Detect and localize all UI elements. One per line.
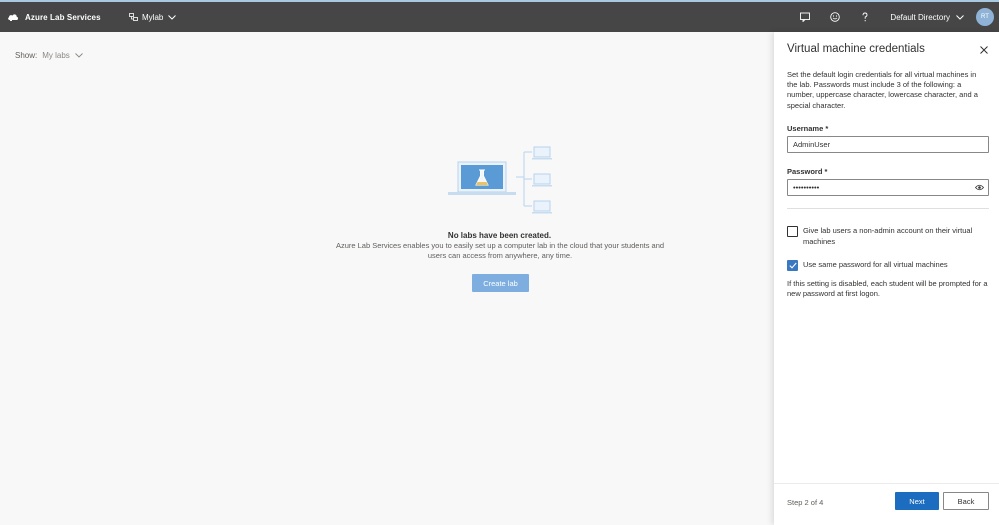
directory-name: Default Directory (890, 12, 950, 22)
password-note: If this setting is disabled, each studen… (787, 279, 988, 299)
avatar[interactable]: RT (976, 8, 994, 26)
top-bar: Azure Lab Services Mylab Default Directo… (0, 0, 999, 32)
panel-title: Virtual machine credentials (787, 43, 925, 55)
create-lab-button[interactable]: Create lab (472, 274, 529, 292)
required-marker: * (824, 167, 828, 176)
show-password-eye-icon[interactable] (975, 184, 984, 191)
empty-labs-illustration (448, 146, 552, 214)
username-field[interactable]: AdminUser (787, 136, 989, 153)
lab-selector[interactable]: Mylab (129, 2, 177, 32)
app-title: Azure Lab Services (25, 12, 101, 22)
help-button[interactable] (850, 2, 880, 32)
smiley-icon (830, 12, 841, 22)
empty-state-description: Azure Lab Services enables you to easily… (335, 241, 665, 260)
required-marker: * (825, 124, 829, 133)
feedback-button[interactable] (790, 2, 820, 32)
chevron-down-icon (956, 14, 964, 20)
section-divider (787, 208, 989, 209)
brand[interactable]: Azure Lab Services (0, 2, 101, 32)
show-label: Show: (15, 51, 38, 60)
nonadmin-checkbox-row[interactable]: Give lab users a non-admin account on th… (787, 226, 989, 247)
password-label-text: Password (787, 167, 823, 176)
close-button[interactable] (978, 44, 990, 56)
same-password-checkbox[interactable] (787, 260, 798, 271)
lab-name: Mylab (142, 12, 164, 22)
username-label: Username * (787, 124, 828, 133)
main-content: Show: My labs No labs have been created.… (0, 32, 774, 525)
step-indicator: Step 2 of 4 (787, 498, 824, 507)
same-password-checkbox-label: Use same password for all virtual machin… (803, 260, 948, 269)
show-dropdown[interactable]: My labs (42, 51, 83, 60)
lab-icon (129, 13, 138, 21)
password-field[interactable]: •••••••••• (787, 179, 989, 196)
password-value: •••••••••• (793, 183, 820, 192)
cloud-logo-icon (8, 14, 19, 21)
panel-footer: Step 2 of 4 Next Back (774, 483, 999, 525)
panel-description: Set the default login credentials for al… (787, 70, 978, 110)
show-filter: Show: My labs (15, 51, 83, 60)
help-icon (862, 12, 868, 22)
nonadmin-checkbox-label: Give lab users a non-admin account on th… (803, 226, 973, 246)
nonadmin-checkbox[interactable] (787, 226, 798, 237)
directory-selector[interactable]: Default Directory (890, 13, 964, 22)
same-password-checkbox-row[interactable]: Use same password for all virtual machin… (787, 260, 989, 271)
password-label: Password * (787, 167, 827, 176)
next-button[interactable]: Next (895, 492, 939, 510)
smiley-button[interactable] (820, 2, 850, 32)
username-label-text: Username (787, 124, 824, 133)
vm-credentials-panel: Virtual machine credentials Set the defa… (774, 32, 999, 525)
username-value: AdminUser (793, 140, 831, 149)
checkmark-icon (788, 262, 797, 269)
chevron-down-icon (74, 53, 83, 58)
top-right-actions: Default Directory RT (790, 2, 999, 32)
chevron-down-icon (168, 14, 177, 20)
back-button[interactable]: Back (943, 492, 989, 510)
feedback-icon (800, 12, 811, 22)
close-icon (980, 46, 988, 54)
show-value: My labs (42, 51, 70, 60)
